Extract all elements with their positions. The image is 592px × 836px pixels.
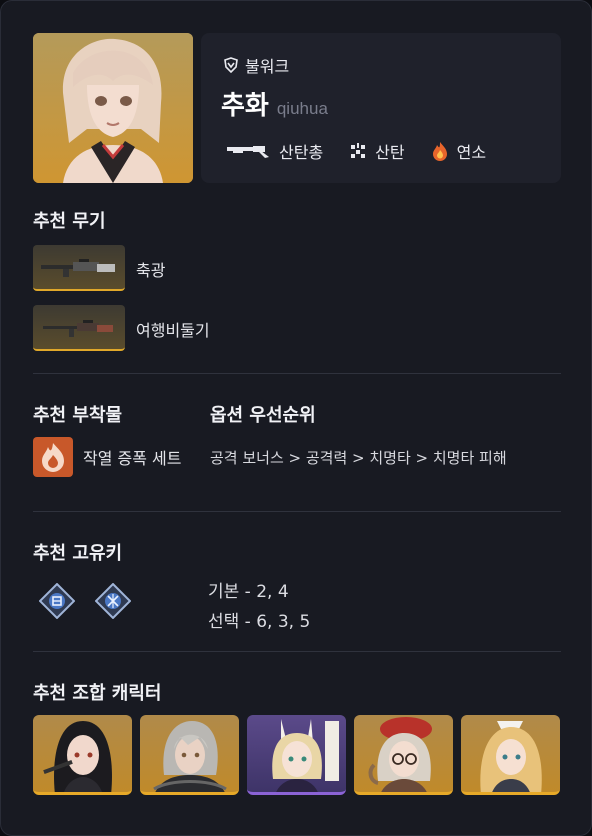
priority-title: 옵션 우선순위	[210, 405, 316, 426]
shotgun-icon	[227, 146, 269, 158]
attachment-set-name: 작열 증폭 세트	[83, 449, 182, 468]
shield-icon	[224, 57, 238, 73]
weapons-title: 추천 무기	[33, 211, 106, 232]
weapon-name-2: 여행비둘기	[136, 321, 210, 340]
character-portrait-art	[33, 33, 193, 183]
key-icon-a[interactable]	[38, 582, 76, 620]
keys-title: 추천 고유키	[33, 543, 123, 564]
keys-basic: 기본 - 2, 4	[208, 582, 289, 602]
team-member-2[interactable]	[140, 715, 239, 795]
faction: 불워크	[223, 53, 289, 77]
silver-hair-character-avatar	[153, 721, 227, 792]
team-member-4[interactable]	[354, 715, 453, 795]
element-attr: 연소	[431, 139, 486, 163]
character-name-roman: qiuhua	[276, 99, 328, 118]
character-name-row: 추화 qiuhua	[221, 85, 328, 122]
team-member-5[interactable]	[461, 715, 560, 795]
divider	[33, 651, 561, 652]
team-member-3[interactable]	[247, 715, 346, 795]
weapon-thumb-1[interactable]	[33, 245, 125, 291]
weapon-type-label: 산탄총	[279, 143, 324, 162]
element-label: 연소	[456, 143, 487, 162]
key-icon-a-graphic	[38, 582, 76, 620]
team-title: 추천 조합 캐릭터	[33, 683, 162, 704]
red-hat-character-avatar	[368, 717, 432, 792]
divider	[33, 511, 561, 512]
keys-optional: 선택 - 6, 3, 5	[208, 612, 311, 632]
class-label: 산탄	[375, 143, 405, 162]
attribute-row: 산탄총 산탄 연소	[227, 139, 512, 163]
bunny-ear-character-avatar	[272, 719, 339, 792]
faction-label: 불워크	[245, 57, 290, 76]
flame-icon	[42, 443, 64, 472]
fire-icon	[432, 142, 447, 161]
attachments-title: 추천 부착물	[33, 405, 123, 426]
weapon-type-attr: 산탄총	[227, 139, 323, 163]
character-info-panel: 불워크 추화 qiuhua 산탄총 산탄 연소	[201, 33, 561, 183]
character-card: 불워크 추화 qiuhua 산탄총 산탄 연소 추천 무기 축광 여행비둘기 추…	[0, 0, 592, 836]
key-icon-b[interactable]	[94, 582, 132, 620]
black-hair-character-avatar	[43, 721, 112, 792]
attachment-set-icon[interactable]	[33, 437, 73, 477]
character-name: 추화	[221, 91, 269, 121]
blonde-character-avatar	[480, 721, 542, 792]
character-portrait[interactable]	[33, 33, 193, 183]
scatter-icon	[351, 143, 366, 158]
key-icon-b-graphic	[94, 582, 132, 620]
weapon-name-1: 축광	[136, 261, 166, 280]
rifle-icon	[41, 259, 115, 277]
option-priority: 공격 보너스 > 공격력 > 치명타 > 치명타 피해	[210, 449, 507, 467]
class-attr: 산탄	[349, 139, 405, 163]
divider	[33, 373, 561, 374]
team-member-1[interactable]	[33, 715, 132, 795]
weapon-thumb-2[interactable]	[33, 305, 125, 351]
rifle-icon	[43, 320, 113, 337]
